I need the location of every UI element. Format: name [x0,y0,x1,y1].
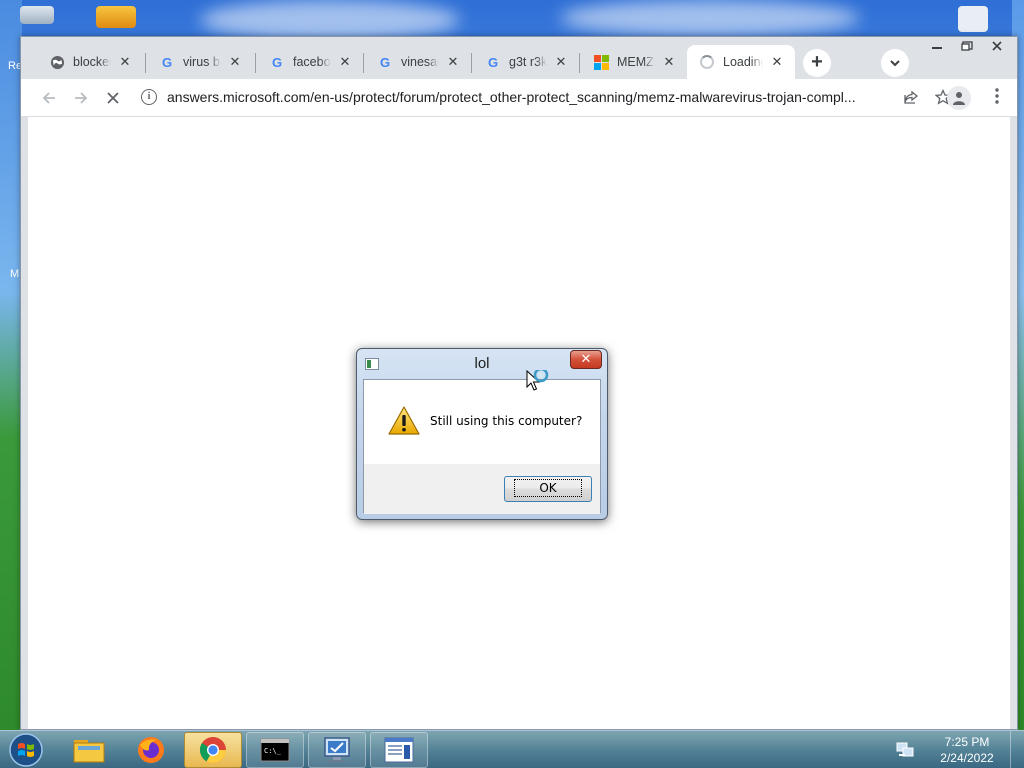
person-icon [953,92,965,105]
tab-close-icon[interactable]: ✕ [337,54,353,70]
tab-close-icon[interactable]: ✕ [117,54,133,70]
minimize-icon [932,47,942,49]
folder-icon [73,740,105,763]
tab-close-icon[interactable]: ✕ [661,54,677,70]
tab-title: g3t r3kt [509,55,547,69]
firefox-icon [138,737,164,763]
google-icon: G [379,54,391,70]
windows-orb-icon [9,733,43,767]
profile-avatar-button[interactable] [947,86,971,110]
tab-strip: blocked ✕ G virus bu ✕ G faceboo ✕ G vin… [21,37,1017,79]
taskbar-notepad[interactable] [370,732,428,768]
restore-button[interactable] [953,39,981,57]
share-icon[interactable] [903,89,919,105]
taskbar-chrome[interactable] [184,732,242,768]
clock-time: 7:25 PM [944,735,990,749]
stop-loading-button[interactable] [97,82,129,114]
tab-memz[interactable]: MEMZ I ✕ [581,45,687,79]
tab-loading[interactable]: Loading ✕ [687,45,795,79]
dialog-close-button[interactable]: ✕ [570,350,602,369]
taskbar: C:\_ 7:25 PM 2/24/2022 [0,730,1024,768]
browser-toolbar: i answers.microsoft.com/en-us/protect/fo… [21,79,1017,117]
dialog-titlebar[interactable]: lol ✕ [357,349,607,377]
tab-virus-bu[interactable]: G virus bu ✕ [147,45,253,79]
back-button[interactable] [33,82,65,114]
tab-title: faceboo [293,55,331,69]
tab-title: virus bu [183,55,221,69]
url-text[interactable]: answers.microsoft.com/en-us/protect/foru… [167,89,895,105]
command-prompt-icon: C:\_ [260,738,290,762]
google-icon: G [271,54,283,70]
tab-g3t-r3kt[interactable]: G g3t r3kt ✕ [473,45,579,79]
computer-monitor-icon [324,737,350,762]
taskbar-command-prompt[interactable]: C:\_ [246,732,304,768]
new-tab-button[interactable]: + [803,49,831,77]
google-icon: G [487,54,499,70]
tab-blocked[interactable]: blocked ✕ [37,45,143,79]
more-vertical-icon [995,88,999,104]
tab-close-icon[interactable]: ✕ [227,54,243,70]
address-bar[interactable]: i answers.microsoft.com/en-us/protect/fo… [133,82,959,112]
taskbar-file-explorer[interactable] [60,732,118,768]
loading-spinner-icon [699,54,715,70]
clock-date: 2/24/2022 [940,751,994,765]
ok-button-label: OK [514,479,582,497]
svg-text:C:\_: C:\_ [264,747,282,755]
close-icon [992,41,1002,51]
desktop-left-edge [0,0,22,730]
desktop-recycle-bin-icon[interactable] [20,6,54,24]
browser-menu-button[interactable] [987,87,1007,109]
network-icon[interactable] [896,742,914,758]
ok-button[interactable]: OK [504,476,592,502]
forward-button[interactable] [65,82,97,114]
document-window-icon [384,737,414,763]
desktop-file-icon[interactable] [958,6,988,32]
taskbar-firefox[interactable] [122,732,180,768]
tab-close-icon[interactable]: ✕ [769,54,785,70]
warning-icon [388,406,420,435]
system-tray: 7:25 PM 2/24/2022 [896,731,1024,768]
tab-title: blocked [73,55,111,69]
message-box-dialog: lol ✕ Still using this computer? OK [356,348,608,520]
chrome-icon [199,737,227,764]
chevron-down-icon [890,60,900,67]
stop-icon [107,91,119,104]
globe-icon [49,54,65,70]
desktop-folder-icon[interactable] [96,6,136,28]
dialog-message: Still using this computer? [430,414,583,428]
google-icon: G [161,54,173,70]
close-window-button[interactable] [983,39,1011,57]
restore-icon [961,41,973,51]
tab-vinesauc[interactable]: G vinesauc ✕ [365,45,471,79]
desktop-label-m: M [10,268,20,280]
show-desktop-button[interactable] [1010,731,1024,768]
microsoft-icon [593,54,609,70]
tab-close-icon[interactable]: ✕ [553,54,569,70]
dialog-body: Still using this computer? OK [363,379,601,514]
site-info-icon[interactable]: i [141,89,157,105]
minimize-button[interactable] [923,39,951,57]
tab-faceboo[interactable]: G faceboo ✕ [257,45,363,79]
tab-search-button[interactable] [881,49,909,77]
taskbar-control-panel[interactable] [308,732,366,768]
arrow-left-icon [42,91,55,104]
tab-title: vinesauc [401,55,439,69]
window-controls [923,39,1011,57]
tab-title: Loading [723,55,763,69]
tab-close-icon[interactable]: ✕ [445,54,461,70]
taskbar-clock[interactable]: 7:25 PM 2/24/2022 [932,734,1002,766]
start-button[interactable] [6,731,46,768]
busy-cursor-icon [526,370,549,391]
arrow-right-icon [75,91,88,104]
tab-title: MEMZ I [617,55,655,69]
